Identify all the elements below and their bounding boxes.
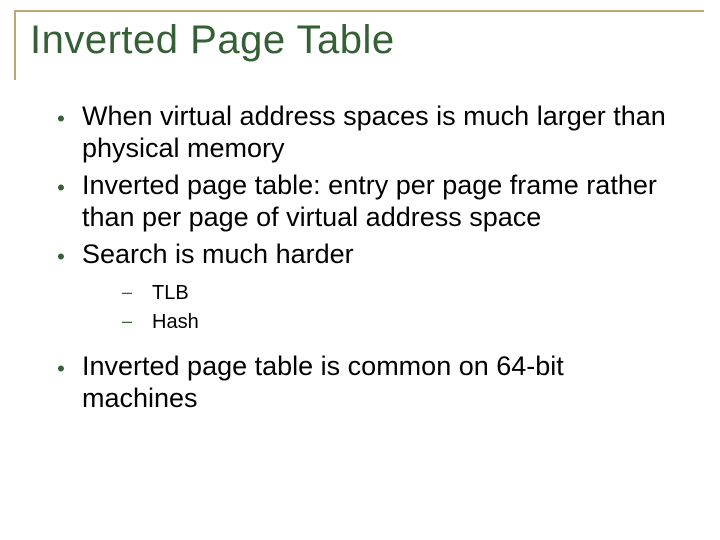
list-item: • Inverted page table: entry per page fr… [40, 169, 680, 234]
dash-icon: – [122, 309, 152, 336]
bullet-icon: • [40, 169, 82, 234]
slide: Inverted Page Table • When virtual addre… [0, 0, 720, 540]
frame-left [14, 10, 16, 80]
frame-top [14, 10, 704, 12]
sub-list: – TLB – Hash [122, 280, 680, 336]
bullet-icon: • [40, 100, 82, 165]
bullet-text: Search is much harder [82, 238, 680, 270]
bullet-text: Inverted page table is common on 64-bit … [82, 350, 680, 415]
list-item: • Inverted page table is common on 64-bi… [40, 350, 680, 415]
bullet-icon: • [40, 238, 82, 270]
bullet-text: Hash [152, 309, 199, 336]
list-item: – TLB [122, 280, 680, 307]
bullet-icon: • [40, 350, 82, 415]
bullet-text: TLB [152, 280, 189, 307]
bullet-text: Inverted page table: entry per page fram… [82, 169, 680, 234]
list-item: – Hash [122, 309, 680, 336]
slide-body: • When virtual address spaces is much la… [40, 100, 680, 419]
list-item: • Search is much harder [40, 238, 680, 270]
bullet-text: When virtual address spaces is much larg… [82, 100, 680, 165]
list-item: • When virtual address spaces is much la… [40, 100, 680, 165]
dash-icon: – [122, 280, 152, 307]
slide-title: Inverted Page Table [30, 18, 395, 63]
